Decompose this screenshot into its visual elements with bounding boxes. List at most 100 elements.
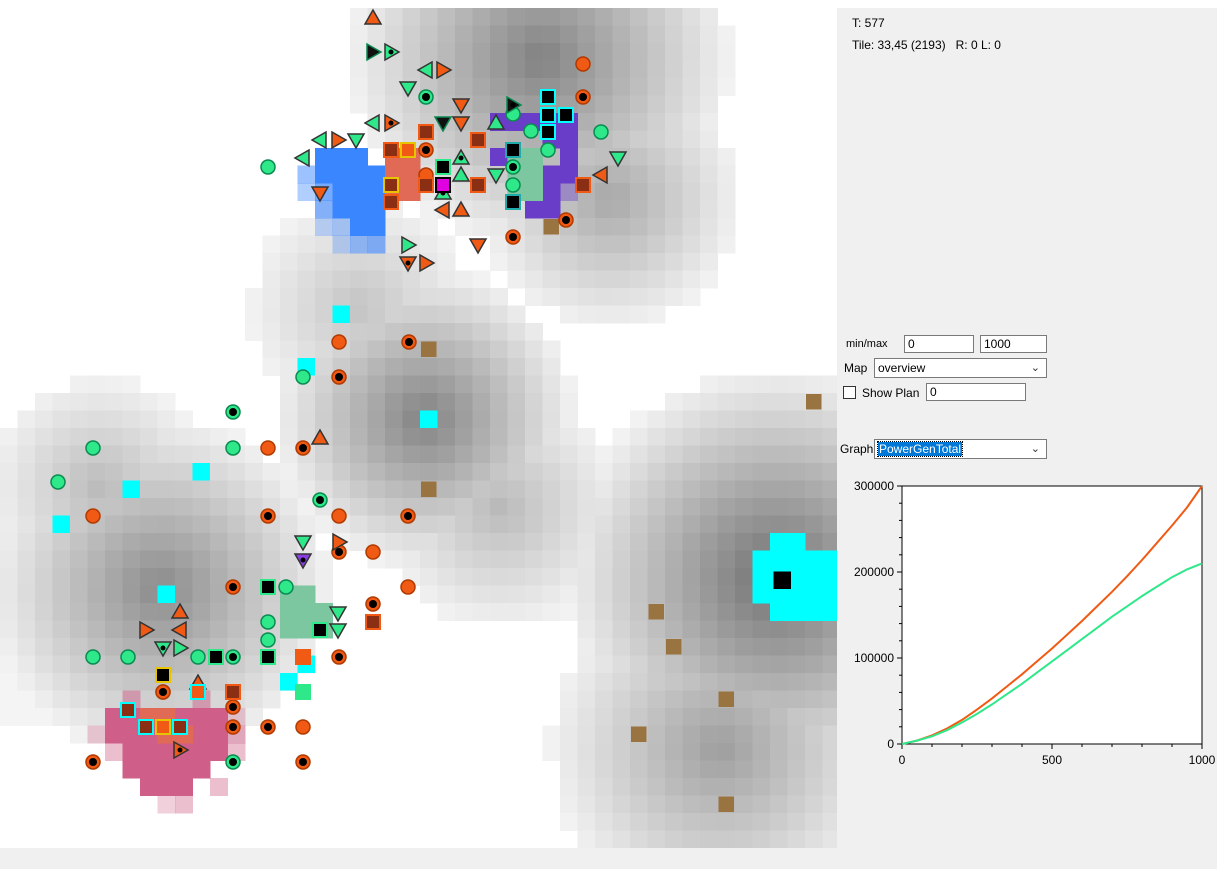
terrain-tile <box>770 673 788 691</box>
terrain-tile <box>280 323 298 341</box>
terrain-tile <box>630 585 648 604</box>
terrain-tile <box>70 725 88 744</box>
terrain-tile <box>560 568 578 586</box>
terrain-tile <box>525 8 543 26</box>
terrain-tile <box>262 253 281 271</box>
terrain-tile <box>612 288 631 306</box>
terrain-tile <box>455 375 473 394</box>
terrain-tile <box>140 568 158 586</box>
terrain-tile <box>507 43 526 61</box>
terrain-tile <box>192 568 211 586</box>
terrain-tile <box>420 375 438 394</box>
terrain-tile <box>665 428 683 446</box>
terrain-tile <box>542 253 561 271</box>
terrain-tile <box>665 830 683 848</box>
terrain-tile <box>402 445 421 464</box>
terrain-tile <box>665 235 683 254</box>
green-unit-icon <box>260 632 276 648</box>
terrain-tile <box>787 393 806 411</box>
terrain-tile <box>735 533 753 551</box>
terrain-tile <box>490 25 508 44</box>
terrain-tile <box>315 410 333 429</box>
cyan-base-tile <box>752 568 771 586</box>
terrain-tile <box>472 533 491 551</box>
pink-zone-tile <box>192 725 211 744</box>
terrain-tile <box>735 743 753 761</box>
orange-unit-icon-core <box>422 146 430 154</box>
terrain-tile <box>350 305 368 324</box>
terrain-tile <box>87 375 106 394</box>
terrain-tile <box>315 340 333 359</box>
terrain-tile <box>630 515 648 534</box>
min-input[interactable] <box>904 335 974 353</box>
terrain-tile <box>507 78 526 96</box>
terrain-tile <box>280 288 298 306</box>
terrain-tile <box>332 445 351 464</box>
purple-zone-tile <box>560 148 578 166</box>
terrain-tile <box>490 235 508 254</box>
terrain-tile <box>542 725 561 744</box>
terrain-tile <box>822 708 837 726</box>
terrain-tile <box>297 288 316 306</box>
y-tick-label: 100000 <box>854 651 894 665</box>
terrain-tile <box>455 550 473 569</box>
terrain-tile <box>577 235 596 254</box>
terrain-tile <box>105 410 123 429</box>
terrain-tile <box>122 515 141 534</box>
terrain-tile <box>752 795 771 814</box>
terrain-tile <box>682 60 701 79</box>
terrain-tile <box>420 288 438 306</box>
terrain-tile <box>122 620 141 639</box>
terrain-tile <box>157 445 176 464</box>
max-input[interactable] <box>980 335 1047 353</box>
terrain-tile <box>717 165 736 184</box>
terrain-tile <box>822 498 837 516</box>
terrain-tile <box>17 533 36 551</box>
graph-select[interactable]: PowerGenTotal ⌄ <box>874 439 1047 459</box>
show-plan-input[interactable] <box>926 383 1026 401</box>
terrain-tile <box>350 410 368 429</box>
terrain-tile <box>280 358 298 376</box>
terrain-tile <box>350 428 368 446</box>
terrain-tile <box>175 655 193 674</box>
terrain-tile <box>420 393 438 411</box>
show-plan-checkbox[interactable] <box>843 386 856 399</box>
terrain-tile <box>490 288 508 306</box>
terrain-tile <box>560 480 578 499</box>
building-icon <box>172 719 188 735</box>
terrain-tile <box>105 375 123 394</box>
terrain-tile <box>717 550 736 569</box>
terrain-tile <box>717 830 736 848</box>
map-canvas[interactable] <box>0 8 837 848</box>
terrain-tile <box>472 43 491 61</box>
terrain-tile <box>437 428 456 446</box>
terrain-tile <box>717 708 736 726</box>
building-icon <box>190 684 206 700</box>
terrain-tile <box>0 568 18 586</box>
terrain-tile <box>315 288 333 306</box>
terrain-tile <box>752 708 771 726</box>
terrain-tile <box>507 585 526 604</box>
terrain-tile <box>245 708 263 726</box>
game-map[interactable] <box>0 8 837 848</box>
cyan-tile <box>280 673 298 691</box>
map-select[interactable]: overview ⌄ <box>874 358 1047 378</box>
terrain-tile <box>647 708 666 726</box>
terrain-tile <box>542 498 561 516</box>
pink-zone-tile <box>175 760 193 779</box>
terrain-tile <box>612 8 631 26</box>
purple-zone-tile <box>560 130 578 149</box>
terrain-tile <box>630 480 648 499</box>
terrain-tile <box>805 533 823 551</box>
terrain-tile <box>367 445 386 464</box>
terrain-tile <box>595 60 613 79</box>
terrain-tile <box>437 95 456 114</box>
terrain-tile <box>700 393 718 411</box>
orange-unit-icon-core <box>229 583 237 591</box>
terrain-tile <box>105 533 123 551</box>
terrain-tile <box>752 393 771 411</box>
terrain-tile <box>560 725 578 744</box>
terrain-tile <box>682 620 701 639</box>
terrain-tile <box>787 673 806 691</box>
terrain-tile <box>17 585 36 604</box>
